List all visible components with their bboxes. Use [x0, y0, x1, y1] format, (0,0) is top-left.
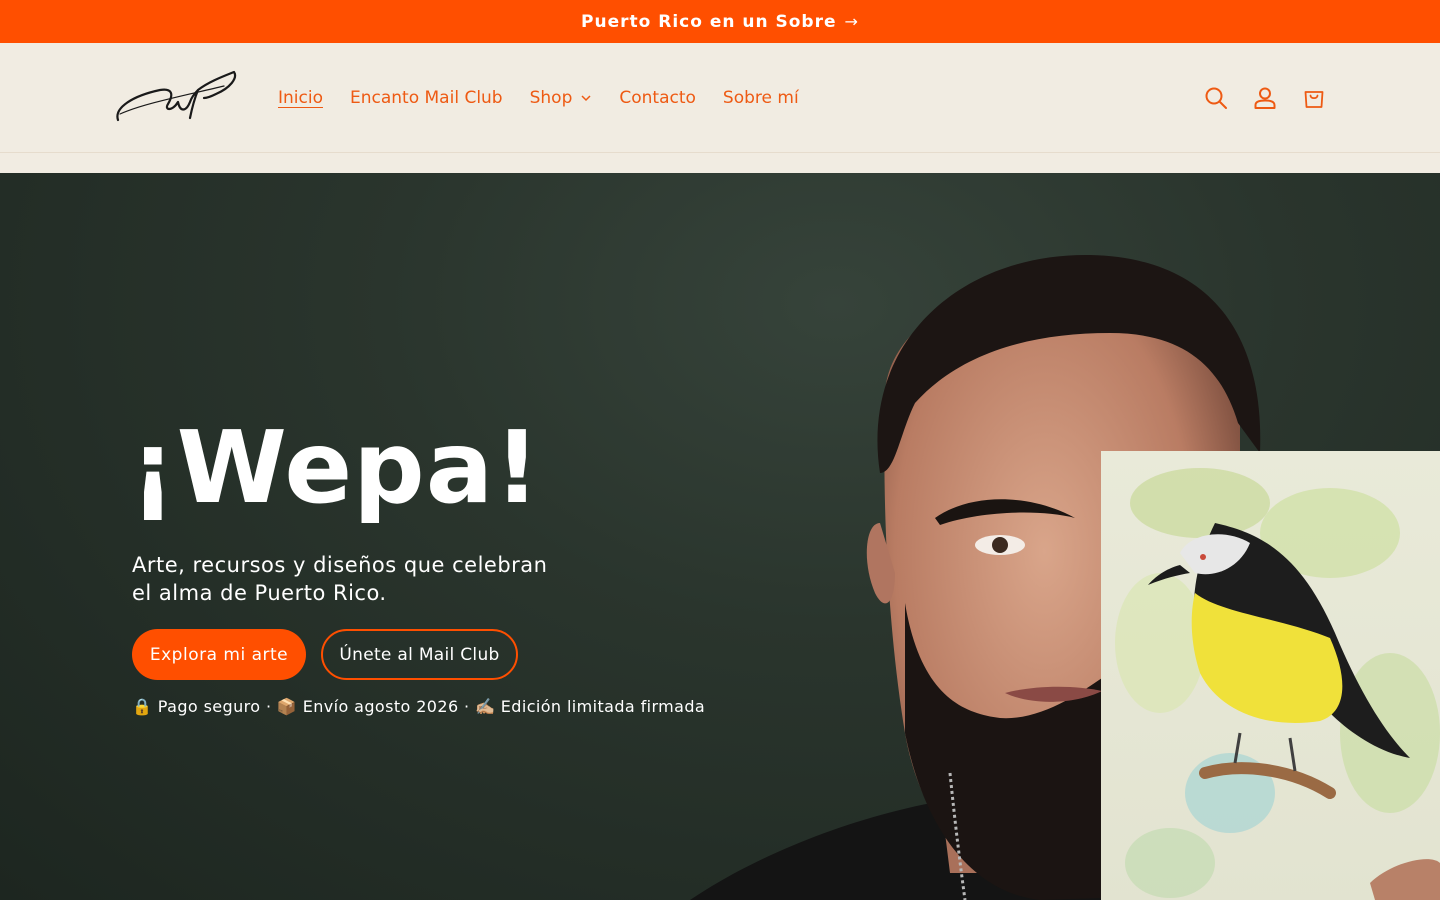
join-mail-club-button[interactable]: Únete al Mail Club [321, 629, 518, 680]
account-icon[interactable] [1251, 84, 1279, 112]
nav-item-encanto-mail-club[interactable]: Encanto Mail Club [350, 88, 503, 108]
announcement-bar[interactable]: Puerto Rico en un Sobre → [0, 0, 1440, 43]
announcement-text[interactable]: Puerto Rico en un Sobre [581, 12, 836, 32]
nav-item-contacto[interactable]: Contacto [619, 88, 696, 108]
nav-item-shop[interactable]: Shop [530, 88, 593, 108]
hero-subtitle: Arte, recursos y diseños que celebran el… [132, 553, 548, 605]
header-icons [1181, 43, 1328, 153]
trust-line: 🔒 Pago seguro · 📦 Envío agosto 2026 · ✍🏼… [132, 697, 706, 716]
cart-icon[interactable] [1300, 84, 1328, 112]
hero-photo [690, 254, 1440, 900]
nav-item-sobre-mi[interactable]: Sobre mí [723, 88, 799, 108]
nav-item-inicio[interactable]: Inicio [278, 88, 323, 108]
signature-logo[interactable] [112, 68, 238, 128]
search-icon[interactable] [1202, 84, 1230, 112]
hero-title: ¡Wepa! [130, 409, 541, 526]
header-spacer [0, 153, 1440, 173]
main-nav: Inicio Encanto Mail Club Shop Contacto S… [278, 43, 826, 153]
arrow-right-icon: → [844, 12, 859, 31]
site-header: Inicio Encanto Mail Club Shop Contacto S… [0, 43, 1440, 153]
nav-item-shop-label: Shop [529, 88, 573, 108]
chevron-down-icon [581, 95, 591, 102]
explore-art-button[interactable]: Explora mi arte [132, 629, 306, 680]
hero-banner: ¡Wepa! Arte, recursos y diseños que cele… [0, 173, 1440, 900]
